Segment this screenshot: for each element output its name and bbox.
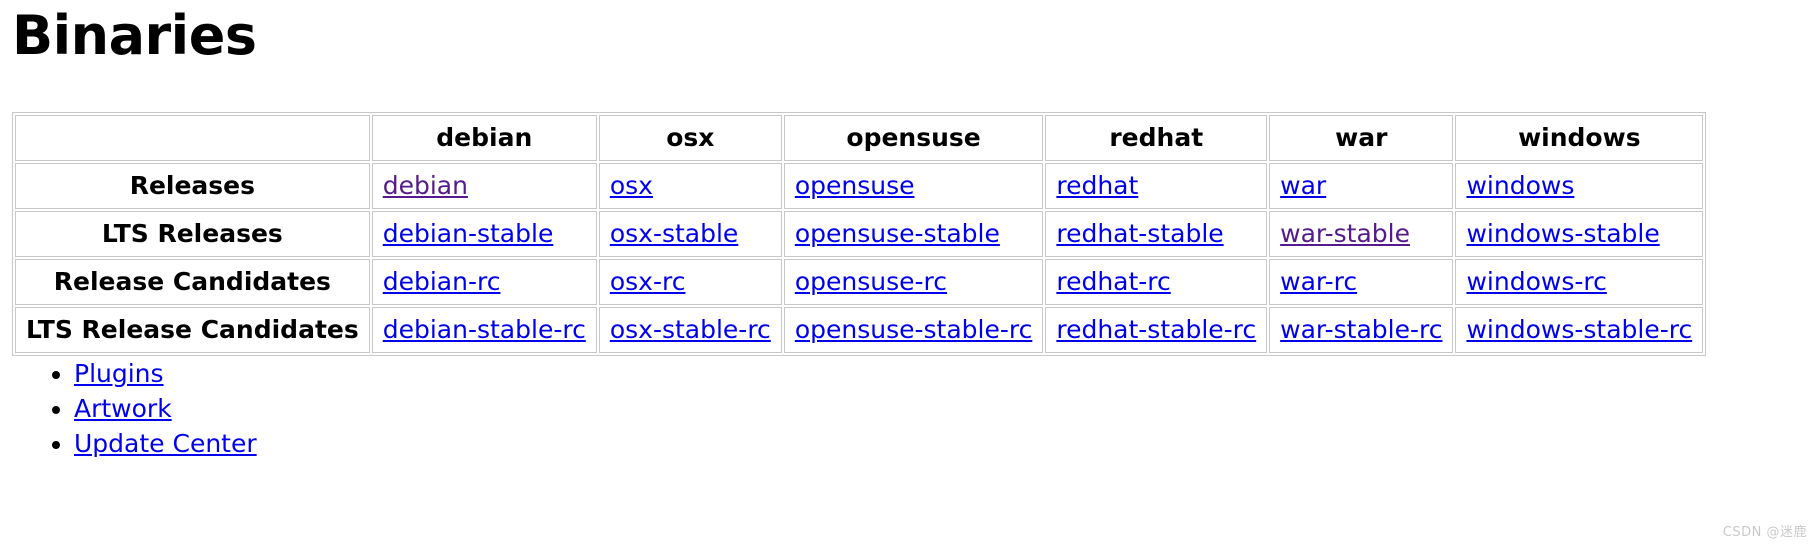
table-cell: debian-stable	[371, 211, 597, 257]
table-column-header-osx: osx	[598, 115, 782, 161]
table-cell: debian	[371, 163, 597, 209]
table-row-label: Releases	[15, 163, 370, 209]
table-cell: osx	[598, 163, 782, 209]
download-link-osx-stable[interactable]: osx-stable	[610, 219, 738, 248]
table-cell: opensuse	[783, 163, 1044, 209]
table-row: LTS Releases debian-stable osx-stable opens…	[15, 211, 1704, 257]
table-cell: debian-stable-rc	[371, 307, 597, 353]
download-link-debian-stable-rc[interactable]: debian-stable-rc	[383, 315, 586, 344]
download-link-debian[interactable]: debian	[383, 171, 468, 200]
download-link-opensuse-rc[interactable]: opensuse-rc	[795, 267, 947, 296]
download-link-windows[interactable]: windows	[1466, 171, 1574, 200]
table-cell: war-stable-rc	[1269, 307, 1454, 353]
table-cell: windows	[1455, 163, 1704, 209]
list-item: Update Center	[74, 428, 257, 459]
table-cell: war-rc	[1269, 259, 1454, 305]
download-link-osx-stable-rc[interactable]: osx-stable-rc	[610, 315, 771, 344]
table-column-header-war: war	[1269, 115, 1454, 161]
table-cell: osx-rc	[598, 259, 782, 305]
table-cell: windows-stable	[1455, 211, 1704, 257]
download-link-redhat-rc[interactable]: redhat-rc	[1056, 267, 1170, 296]
download-link-osx[interactable]: osx	[610, 171, 653, 200]
download-link-debian-stable[interactable]: debian-stable	[383, 219, 554, 248]
table-cell: redhat	[1045, 163, 1268, 209]
list-item: Artwork	[74, 393, 257, 424]
extra-links-list: Plugins Artwork Update Center	[38, 358, 257, 463]
table-column-header-debian: debian	[371, 115, 597, 161]
table-cell: redhat-stable-rc	[1045, 307, 1268, 353]
table-header-row: debian osx opensuse redhat war windows	[15, 115, 1704, 161]
download-link-redhat-stable[interactable]: redhat-stable	[1056, 219, 1223, 248]
table-corner-cell	[15, 115, 370, 161]
download-link-war-stable[interactable]: war-stable	[1280, 219, 1410, 248]
table-cell: redhat-rc	[1045, 259, 1268, 305]
table-row-label: LTS Releases	[15, 211, 370, 257]
download-link-windows-rc[interactable]: windows-rc	[1466, 267, 1606, 296]
table-cell: osx-stable	[598, 211, 782, 257]
table-row-label: Release Candidates	[15, 259, 370, 305]
table-cell: redhat-stable	[1045, 211, 1268, 257]
table-cell: war	[1269, 163, 1454, 209]
download-link-windows-stable[interactable]: windows-stable	[1466, 219, 1659, 248]
table-cell: opensuse-stable	[783, 211, 1044, 257]
download-link-war[interactable]: war	[1280, 171, 1326, 200]
table-row: LTS Release Candidates debian-stable-rc os…	[15, 307, 1704, 353]
binaries-table: debian osx opensuse redhat war windows Releas…	[12, 112, 1707, 356]
table-row: Release Candidates debian-rc osx-rc opensus…	[15, 259, 1704, 305]
nav-link-plugins[interactable]: Plugins	[74, 359, 164, 388]
download-link-opensuse-stable[interactable]: opensuse-stable	[795, 219, 1000, 248]
download-link-osx-rc[interactable]: osx-rc	[610, 267, 686, 296]
table-cell: debian-rc	[371, 259, 597, 305]
download-link-windows-stable-rc[interactable]: windows-stable-rc	[1466, 315, 1692, 344]
download-link-redhat[interactable]: redhat	[1056, 171, 1138, 200]
page-title: Binaries	[12, 4, 257, 67]
table-column-header-windows: windows	[1455, 115, 1704, 161]
download-link-debian-rc[interactable]: debian-rc	[383, 267, 501, 296]
table-row-label: LTS Release Candidates	[15, 307, 370, 353]
download-link-opensuse-stable-rc[interactable]: opensuse-stable-rc	[795, 315, 1033, 344]
table-row: Releases debian osx opensuse redhat war window…	[15, 163, 1704, 209]
table-cell: osx-stable-rc	[598, 307, 782, 353]
table-cell: opensuse-stable-rc	[783, 307, 1044, 353]
table-header: debian osx opensuse redhat war windows	[15, 115, 1704, 161]
download-link-war-stable-rc[interactable]: war-stable-rc	[1280, 315, 1442, 344]
list-item: Plugins	[74, 358, 257, 389]
nav-link-update-center[interactable]: Update Center	[74, 429, 257, 458]
watermark: CSDN @迷鹿	[1722, 525, 1807, 540]
table-cell: windows-rc	[1455, 259, 1704, 305]
download-link-redhat-stable-rc[interactable]: redhat-stable-rc	[1056, 315, 1256, 344]
table-cell: windows-stable-rc	[1455, 307, 1704, 353]
table-cell: war-stable	[1269, 211, 1454, 257]
table-cell: opensuse-rc	[783, 259, 1044, 305]
table-column-header-opensuse: opensuse	[783, 115, 1044, 161]
page-root: Binaries debian osx opensuse redhat war windo…	[0, 0, 1819, 553]
download-link-opensuse[interactable]: opensuse	[795, 171, 915, 200]
download-link-war-rc[interactable]: war-rc	[1280, 267, 1357, 296]
nav-link-artwork[interactable]: Artwork	[74, 394, 172, 423]
table-column-header-redhat: redhat	[1045, 115, 1268, 161]
table-body: Releases debian osx opensuse redhat war window…	[15, 163, 1704, 353]
